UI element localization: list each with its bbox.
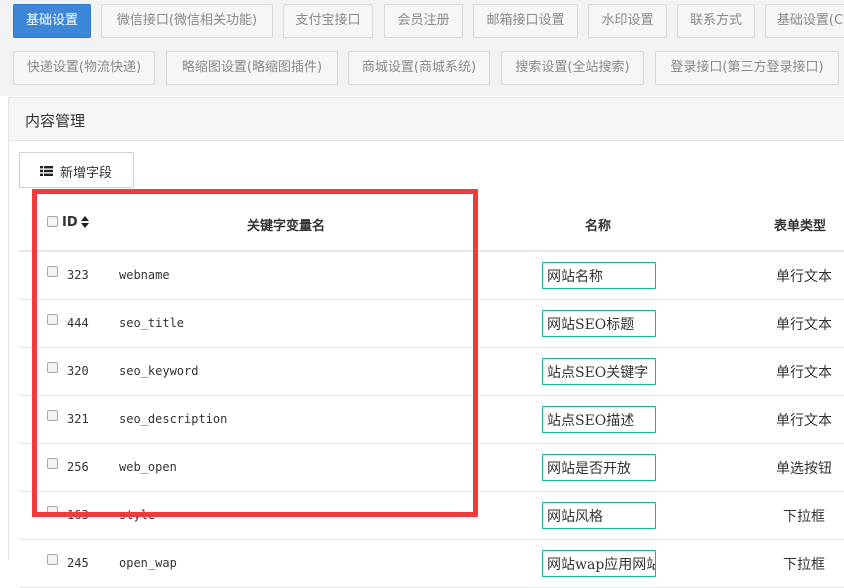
tab-basic-settings[interactable]: 基础设置 [13,4,91,38]
row-name-input[interactable] [542,310,656,337]
row-keyword: webname [119,268,170,282]
row-checkbox[interactable] [47,410,58,421]
row-id: 444 [67,316,89,330]
row-checkbox[interactable] [47,362,58,373]
row-form-type: 单选按钮 [776,461,832,477]
row-checkbox[interactable] [47,314,58,325]
row-form-type: 单行文本 [776,317,832,333]
tab-alipay-interface[interactable]: 支付宝接口 [283,4,373,38]
table-header: ID 关键字变量名 名称 表单类型 [19,194,844,252]
tab-basic-settings-c[interactable]: 基础设置(C [765,4,844,38]
tab-search-settings[interactable]: 搜索设置(全站搜索) [501,51,644,85]
tab-mall-settings[interactable]: 商城设置(商城系统) [348,51,490,85]
row-id: 245 [67,556,89,570]
row-keyword: style [119,508,156,522]
row-name-input[interactable] [542,550,656,577]
sort-icon[interactable] [81,216,89,228]
table-row: 321 seo_description 单行文本 [19,396,844,444]
table-row: 320 seo_keyword 单行文本 [19,348,844,396]
row-id: 323 [67,268,89,282]
row-checkbox[interactable] [47,554,58,565]
table-row: 245 open_wap 下拉框 [19,540,844,588]
tab-member-register[interactable]: 会员注册 [384,4,463,38]
panel-header: 内容管理 [9,98,844,141]
row-name-input[interactable] [542,406,656,433]
keyword-column-header: 关键字变量名 [247,219,326,234]
table-row: 444 seo_title 单行文本 [19,300,844,348]
settings-tab-bar: 基础设置 微信接口(微信相关功能) 支付宝接口 会员注册 邮箱接口设置 水印设置… [0,0,844,96]
add-field-button[interactable]: 新增字段 [19,152,134,188]
row-name-input[interactable] [542,454,656,481]
row-name-input[interactable] [542,262,656,289]
tab-thumbnail-settings[interactable]: 略缩图设置(略缩图插件) [166,51,338,85]
row-id: 163 [67,508,89,522]
tab-express-settings[interactable]: 快递设置(物流快递) [13,51,155,85]
name-column-header: 名称 [585,219,612,234]
row-checkbox[interactable] [47,506,58,517]
select-all-checkbox[interactable] [47,216,58,227]
page-title: 内容管理 [25,112,86,130]
add-field-label: 新增字段 [60,166,113,181]
row-form-type: 单行文本 [776,269,832,285]
tab-contact-info[interactable]: 联系方式 [677,4,755,38]
row-keyword: web_open [119,460,177,474]
row-id: 256 [67,460,89,474]
row-name-input[interactable] [542,502,656,529]
row-checkbox[interactable] [47,266,58,277]
tab-watermark-settings[interactable]: 水印设置 [588,4,667,38]
table-row: 256 web_open 单选按钮 [19,444,844,492]
id-column-header[interactable]: ID [62,215,78,230]
row-keyword: seo_title [119,316,185,330]
list-icon [40,166,53,176]
content-management-panel: 内容管理 新增字段 ID 关键字变量名 名称 表单类型 323 webname … [8,97,844,588]
table-row: 163 style 下拉框 [19,492,844,540]
table-row: 323 webname 单行文本 [19,252,844,300]
row-form-type: 单行文本 [776,365,832,381]
row-checkbox[interactable] [47,458,58,469]
row-keyword: open_wap [119,556,177,570]
row-id: 320 [67,364,89,378]
tab-email-settings[interactable]: 邮箱接口设置 [473,4,578,38]
row-form-type: 下拉框 [783,509,825,525]
row-keyword: seo_keyword [119,364,199,378]
row-id: 321 [67,412,89,426]
tab-wechat-interface[interactable]: 微信接口(微信相关功能) [101,4,273,38]
row-name-input[interactable] [542,358,656,385]
form-type-column-header: 表单类型 [774,219,827,234]
tab-login-interface[interactable]: 登录接口(第三方登录接口) [655,51,839,85]
row-keyword: seo_description [119,412,228,426]
row-form-type: 单行文本 [776,413,832,429]
row-form-type: 下拉框 [783,557,825,573]
